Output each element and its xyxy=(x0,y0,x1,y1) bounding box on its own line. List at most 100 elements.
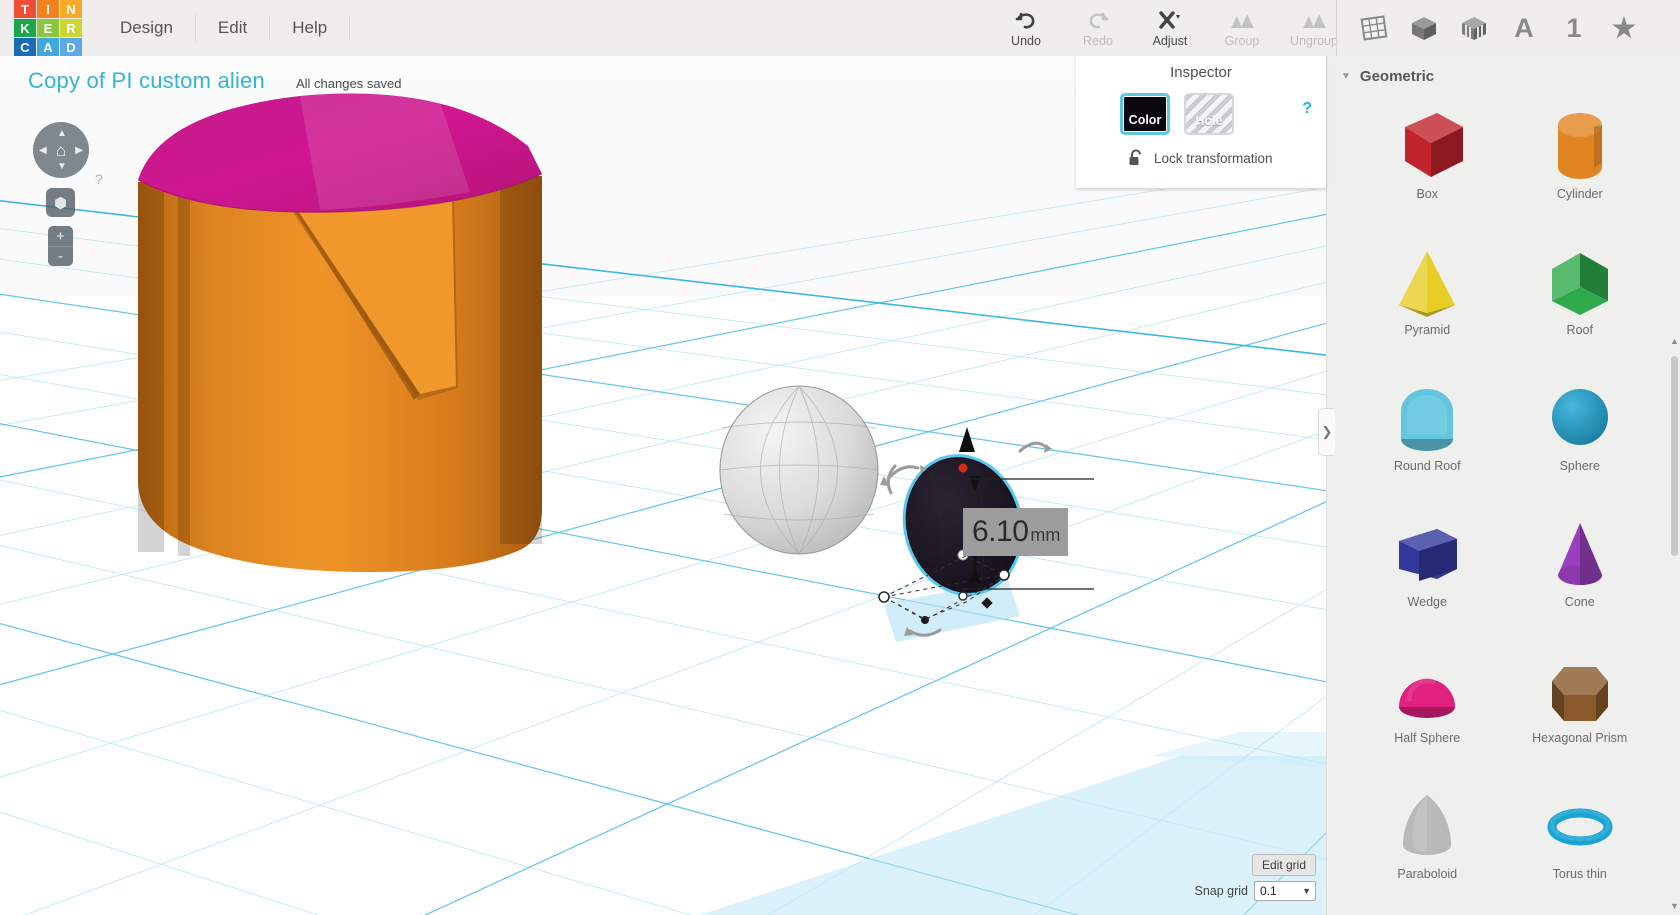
undo-button[interactable]: Undo xyxy=(990,0,1062,56)
tinkercad-logo[interactable]: TIN KER CAD xyxy=(14,0,82,56)
ungroup-mountains-icon xyxy=(1300,9,1328,31)
menu-design[interactable]: Design xyxy=(106,15,196,41)
view-navigation-widget[interactable]: ▲ ▼ ◀ ▶ ⌂ ⬢ + - xyxy=(33,122,89,266)
grid-controls: Edit grid Snap grid 0.1 ▼ xyxy=(1194,854,1316,901)
menu-edit[interactable]: Edit xyxy=(196,15,271,41)
shape-category-header[interactable]: ▼ Geometric xyxy=(1327,56,1680,85)
shape-item-pyramid[interactable]: Pyramid xyxy=(1351,235,1504,359)
lock-transformation-row[interactable]: Lock transformation xyxy=(1076,135,1326,167)
fit-view-cube-icon[interactable]: ⬢ xyxy=(46,188,75,217)
zoom-out-button[interactable]: - xyxy=(48,246,73,266)
shape-item-cylinder[interactable]: Cylinder xyxy=(1504,99,1657,223)
shape-label: Cone xyxy=(1564,595,1595,609)
shape-item-paraboloid[interactable]: Paraboloid xyxy=(1351,779,1504,903)
scroll-down-arrow-icon[interactable]: ▼ xyxy=(1670,901,1679,911)
group-label: Group xyxy=(1224,33,1260,48)
shape-label: Wedge xyxy=(1407,595,1447,609)
logo-tile-k: K xyxy=(14,19,36,37)
redo-label: Redo xyxy=(1083,33,1113,48)
hexagonal-prism-shape-icon xyxy=(1538,643,1622,735)
shape-label: Half Sphere xyxy=(1394,731,1461,745)
pan-right-arrow-icon[interactable]: ▶ xyxy=(75,145,83,156)
shape-label: Cylinder xyxy=(1556,187,1603,201)
ruler-cube-icon[interactable] xyxy=(1453,8,1495,48)
paraboloid-shape-icon xyxy=(1385,779,1469,871)
snap-grid-select[interactable]: 0.1 ▼ xyxy=(1254,881,1316,901)
inspector-help-icon[interactable]: ? xyxy=(1302,100,1312,118)
hole-swatch-label: Hole xyxy=(1195,114,1223,128)
logo-tile-n: N xyxy=(60,0,82,18)
main-menu: Design Edit Help xyxy=(106,0,351,56)
shape-label: Sphere xyxy=(1559,459,1600,473)
redo-arrow-icon xyxy=(1086,9,1110,31)
lock-transformation-label: Lock transformation xyxy=(1154,150,1273,166)
edit-grid-button[interactable]: Edit grid xyxy=(1251,854,1316,876)
edit-tools-group: Undo Redo Adjust Group Ungroup xyxy=(990,0,1350,56)
number-tool-icon[interactable]: 1 xyxy=(1553,8,1595,48)
shape-item-hexagonal-prism[interactable]: Hexagonal Prism xyxy=(1504,643,1657,767)
logo-tile-r: R xyxy=(60,19,82,37)
logo-tile-e: E xyxy=(37,19,59,37)
adjust-button[interactable]: Adjust xyxy=(1134,0,1206,56)
zoom-in-button[interactable]: + xyxy=(48,226,73,246)
shape-item-round-roof[interactable]: Round Roof xyxy=(1351,371,1504,495)
shape-item-torus-thin[interactable]: Torus thin xyxy=(1504,779,1657,903)
zoom-controls[interactable]: + - xyxy=(48,226,73,266)
design-title[interactable]: Copy of PI custom alien xyxy=(28,68,265,94)
shape-grid: Box Cylinder Pyramid Roof Round Roof Sphere We… xyxy=(1327,85,1680,915)
dimension-unit: mm xyxy=(1030,525,1061,545)
solid-cube-icon[interactable] xyxy=(1403,8,1445,48)
shape-item-box[interactable]: Box xyxy=(1351,99,1504,223)
panel-scrollbar[interactable] xyxy=(1671,356,1678,556)
orbit-home-control[interactable]: ▲ ▼ ◀ ▶ ⌂ xyxy=(33,122,89,178)
logo-tile-a: A xyxy=(37,38,59,56)
scroll-up-arrow-icon[interactable]: ▲ xyxy=(1670,336,1679,346)
favorites-star-icon[interactable]: ★ xyxy=(1603,8,1645,48)
shape-item-sphere[interactable]: Sphere xyxy=(1504,371,1657,495)
text-tool-icon[interactable]: A xyxy=(1503,8,1545,48)
shape-label: Paraboloid xyxy=(1397,867,1458,881)
torus-thin-shape-icon xyxy=(1538,779,1622,871)
unlocked-padlock-icon xyxy=(1129,149,1141,165)
roof-shape-icon xyxy=(1538,235,1622,327)
shape-item-wedge[interactable]: Wedge xyxy=(1351,507,1504,631)
color-swatch-button[interactable]: Color xyxy=(1120,93,1170,135)
menu-help[interactable]: Help xyxy=(270,15,351,41)
hole-swatch-button[interactable]: Hole xyxy=(1184,93,1234,135)
pan-up-arrow-icon[interactable]: ▲ xyxy=(57,128,67,139)
ungroup-label: Ungroup xyxy=(1290,33,1338,48)
orange-cylinder-object xyxy=(137,93,543,572)
home-view-icon[interactable]: ⌂ xyxy=(56,142,66,159)
inspector-swatches: Color Hole xyxy=(1076,81,1326,135)
pan-down-arrow-icon[interactable]: ▼ xyxy=(57,161,67,172)
pan-left-arrow-icon[interactable]: ◀ xyxy=(39,145,47,156)
wedge-shape-icon xyxy=(1385,507,1469,599)
canvas-help-icon[interactable]: ? xyxy=(95,171,103,187)
redo-button: Redo xyxy=(1062,0,1134,56)
dimension-readout[interactable]: 6.10 mm xyxy=(963,508,1069,556)
round-roof-shape-icon xyxy=(1385,371,1469,463)
logo-tile-c: C xyxy=(14,38,36,56)
color-swatch-label: Color xyxy=(1128,113,1162,127)
collapse-panel-button[interactable]: ❯ xyxy=(1318,408,1335,456)
shape-item-half-sphere[interactable]: Half Sphere xyxy=(1351,643,1504,767)
snap-grid-value: 0.1 xyxy=(1260,884,1277,898)
shape-label: Box xyxy=(1416,187,1439,201)
shape-item-cone[interactable]: Cone xyxy=(1504,507,1657,631)
shape-label: Roof xyxy=(1566,323,1593,337)
shape-item-roof[interactable]: Roof xyxy=(1504,235,1657,359)
box-shape-icon xyxy=(1385,99,1469,191)
adjust-tools-icon xyxy=(1156,9,1184,31)
snap-grid-label: Snap grid xyxy=(1194,884,1248,898)
shape-label: Hexagonal Prism xyxy=(1532,731,1628,745)
workplane-grid-icon[interactable] xyxy=(1353,8,1395,48)
snap-grid-row: Snap grid 0.1 ▼ xyxy=(1194,881,1316,901)
cylinder-shape-icon xyxy=(1538,99,1622,191)
logo-tile-d: D xyxy=(60,38,82,56)
pyramid-shape-icon xyxy=(1385,235,1469,327)
dimension-value: 6.10 xyxy=(972,515,1029,548)
gray-sphere-object xyxy=(719,385,879,555)
shape-label: Torus thin xyxy=(1552,867,1607,881)
undo-label: Undo xyxy=(1011,33,1041,48)
inspector-title: Inspector xyxy=(1170,64,1232,81)
